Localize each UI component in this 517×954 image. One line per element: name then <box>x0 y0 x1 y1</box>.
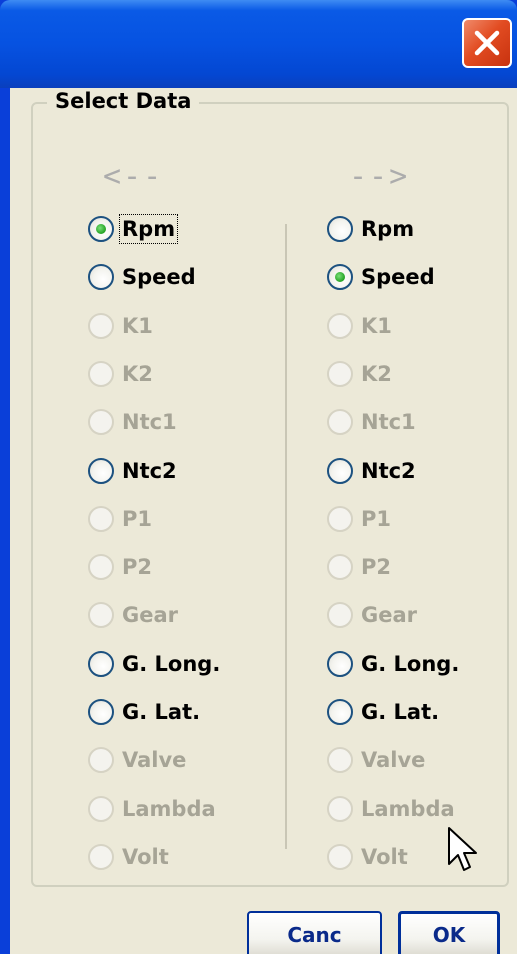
left-radio-k2: K2 <box>88 357 155 391</box>
radio-button[interactable] <box>327 650 353 677</box>
radio-button <box>327 409 353 436</box>
column-divider <box>285 224 287 849</box>
radio-checked-dot <box>335 272 345 283</box>
radio-label: Valve <box>361 748 426 773</box>
radio-label: G. Lat. <box>122 700 201 724</box>
radio-button[interactable] <box>88 216 114 242</box>
radio-button <box>88 505 114 532</box>
radio-button <box>327 747 353 774</box>
radio-button <box>88 795 114 822</box>
right-radio-lambda: Lambda <box>327 792 457 826</box>
radio-label: Gear <box>361 603 418 628</box>
radio-label: Rpm <box>361 217 415 241</box>
close-button[interactable] <box>462 18 512 68</box>
radio-button <box>88 602 114 629</box>
left-radio-speed[interactable]: Speed <box>88 260 198 294</box>
radio-button <box>88 747 114 774</box>
right-radio-ntc2[interactable]: Ntc2 <box>327 454 418 488</box>
radio-button[interactable] <box>88 264 114 291</box>
radio-label: Ntc1 <box>122 410 177 435</box>
title-bar[interactable] <box>0 0 517 88</box>
radio-button <box>88 409 114 436</box>
right-radio-rpm[interactable]: Rpm <box>327 212 416 246</box>
radio-label: Ntc2 <box>122 458 177 483</box>
left-radio-ntc2[interactable]: Ntc2 <box>88 454 179 488</box>
radio-label: Gear <box>122 603 179 628</box>
left-radio-ntc1: Ntc1 <box>88 405 179 439</box>
left-radio-valve: Valve <box>88 743 188 777</box>
left-radio-gear: Gear <box>88 598 180 632</box>
ok-button[interactable]: OK <box>398 911 500 954</box>
left-radio-p1: P1 <box>88 502 154 536</box>
radio-label: Volt <box>361 844 408 869</box>
radio-label: P1 <box>122 506 153 531</box>
right-radio-gear: Gear <box>327 598 419 632</box>
right-radio-p1: P1 <box>327 502 393 536</box>
right-radio-valve: Valve <box>327 743 427 777</box>
radio-label: G. Long. <box>361 651 460 676</box>
radio-button <box>88 312 114 339</box>
dialog-window: Select Data <-- --> Rpm Speed K1 K2 Ntc1 Ntc2… <box>0 0 517 954</box>
radio-label: P2 <box>122 555 153 580</box>
right-radio-k1: K1 <box>327 309 394 343</box>
radio-label: Volt <box>122 844 169 869</box>
radio-label: K1 <box>361 313 392 338</box>
radio-label: Speed <box>122 265 196 290</box>
radio-button[interactable] <box>327 699 353 725</box>
radio-label: Valve <box>122 748 187 773</box>
radio-button <box>327 505 353 532</box>
radio-label: Lambda <box>361 796 455 821</box>
radio-button <box>327 554 353 581</box>
radio-button <box>327 843 353 870</box>
radio-button <box>88 843 114 870</box>
mouse-pointer-icon <box>448 827 477 871</box>
radio-label: Speed <box>361 265 435 290</box>
radio-button <box>327 602 353 629</box>
left-radio-rpm[interactable]: Rpm <box>88 212 179 246</box>
right-radio-ntc1: Ntc1 <box>327 405 418 439</box>
left-radio-g-long[interactable]: G. Long. <box>88 647 222 681</box>
right-radio-speed[interactable]: Speed <box>327 260 437 294</box>
radio-button[interactable] <box>327 264 353 291</box>
radio-label: Rpm <box>118 214 179 244</box>
right-radio-g-long[interactable]: G. Long. <box>327 647 461 681</box>
right-radio-volt: Volt <box>327 840 410 874</box>
radio-button <box>88 360 114 387</box>
left-radio-volt: Volt <box>88 840 171 874</box>
radio-button[interactable] <box>327 457 353 484</box>
right-radio-k2: K2 <box>327 357 394 391</box>
right-arrow-label: --> <box>349 159 410 194</box>
radio-label: K1 <box>122 313 153 338</box>
radio-button <box>327 795 353 822</box>
radio-button <box>327 312 353 339</box>
radio-button[interactable] <box>88 699 114 725</box>
left-radio-k1: K1 <box>88 309 155 343</box>
right-radio-p2: P2 <box>327 550 393 584</box>
dialog-client-area: Select Data <-- --> Rpm Speed K1 K2 Ntc1 Ntc2… <box>10 88 517 954</box>
radio-label: G. Lat. <box>361 700 440 724</box>
left-arrow-label: <-- <box>103 159 164 194</box>
right-radio-g-lat[interactable]: G. Lat. <box>327 695 441 729</box>
left-radio-g-lat[interactable]: G. Lat. <box>88 695 202 729</box>
radio-label: Ntc2 <box>361 458 416 483</box>
groupbox-title: Select Data <box>47 89 200 113</box>
left-radio-p2: P2 <box>88 550 154 584</box>
radio-label: Lambda <box>122 796 216 821</box>
radio-label: Ntc1 <box>361 410 416 435</box>
radio-label: K2 <box>122 361 153 386</box>
radio-label: P1 <box>361 506 392 531</box>
radio-label: K2 <box>361 361 392 386</box>
radio-button <box>88 554 114 581</box>
radio-button[interactable] <box>88 457 114 484</box>
radio-button <box>327 360 353 387</box>
close-icon <box>474 30 500 56</box>
radio-label: G. Long. <box>122 651 221 676</box>
left-radio-lambda: Lambda <box>88 792 218 826</box>
cancel-button[interactable]: Canc <box>247 911 382 954</box>
radio-button[interactable] <box>327 216 353 242</box>
radio-button[interactable] <box>88 650 114 677</box>
radio-checked-dot <box>96 224 106 234</box>
select-data-groupbox: Select Data <-- --> Rpm Speed K1 K2 Ntc1 Ntc2… <box>31 89 509 887</box>
radio-label: P2 <box>361 555 392 580</box>
